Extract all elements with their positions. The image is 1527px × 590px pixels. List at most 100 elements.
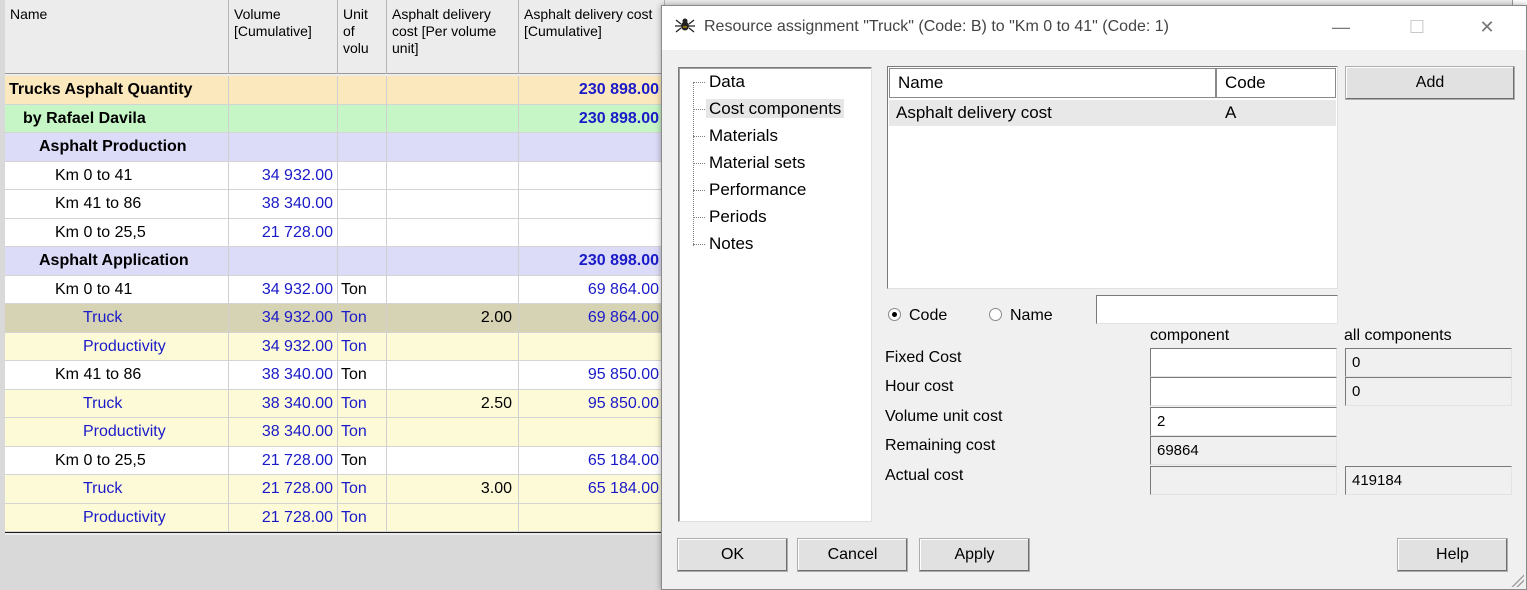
search-input[interactable] — [1096, 295, 1338, 324]
cell-unit: Ton — [338, 446, 387, 474]
ok-button[interactable]: OK — [677, 538, 788, 572]
table-row[interactable]: Productivity 21 728.00 Ton — [5, 503, 665, 532]
tree-item-cost-components[interactable]: Cost components — [693, 98, 845, 122]
cell-cumulative: 65 184.00 — [519, 475, 665, 503]
name-radio-label: Name — [1010, 307, 1053, 324]
cell-name: Asphalt Application — [5, 247, 229, 275]
component-column-header: component — [1150, 327, 1230, 344]
tree-item-material-sets[interactable]: Material sets — [693, 152, 805, 176]
cell-cumulative: 230 898.00 — [519, 247, 665, 275]
cell-volume: 38 340.00 — [229, 418, 338, 446]
cell-name: Km 0 to 25,5 — [5, 446, 229, 474]
cell-rate — [387, 161, 519, 189]
cell-unit: Ton — [338, 475, 387, 503]
cell-name: Truck — [5, 389, 229, 417]
cell-volume: 38 340.00 — [229, 389, 338, 417]
cell-cumulative — [519, 133, 665, 161]
apply-button[interactable]: Apply — [919, 538, 1030, 572]
title-bar[interactable]: Resource assignment "Truck" (Code: B) to… — [662, 6, 1526, 50]
cell-cumulative — [519, 218, 665, 246]
table-row[interactable]: Km 0 to 25,5 21 728.00 — [5, 218, 665, 247]
code-radio[interactable]: Code — [888, 306, 947, 326]
table-row[interactable]: Km 41 to 86 38 340.00 Ton 95 850.00 — [5, 361, 665, 390]
spreadsheet-body: Trucks Asphalt Quantity 230 898.00 by Ra… — [5, 76, 665, 533]
cell-unit: Ton — [338, 503, 387, 531]
help-button[interactable]: Help — [1397, 538, 1508, 572]
tree-item-notes[interactable]: Notes — [693, 233, 753, 257]
cell-name: Productivity — [5, 503, 229, 531]
cell-rate — [387, 133, 519, 161]
table-row[interactable]: Km 41 to 86 38 340.00 — [5, 190, 665, 219]
cell-volume: 34 932.00 — [229, 332, 338, 360]
table-row[interactable]: Trucks Asphalt Quantity 230 898.00 — [5, 76, 665, 105]
tree-item-periods[interactable]: Periods — [693, 206, 767, 230]
cell-name: Km 41 to 86 — [5, 190, 229, 218]
table-row[interactable]: Productivity 38 340.00 Ton — [5, 418, 665, 447]
column-header-unit[interactable]: Unit of volu — [338, 0, 387, 74]
table-row[interactable]: by Rafael Davila 230 898.00 — [5, 104, 665, 133]
fixed-cost-all: 0 — [1345, 348, 1512, 377]
table-row[interactable]: Truck 38 340.00 Ton 2.50 95 850.00 — [5, 389, 665, 418]
table-row[interactable]: Km 0 to 41 34 932.00 Ton 69 864.00 — [5, 275, 665, 304]
cell-unit — [338, 247, 387, 275]
cell-volume: 21 728.00 — [229, 475, 338, 503]
column-header-cumulative[interactable]: Asphalt delivery cost [Cumulative] — [519, 0, 665, 74]
tree-item-materials[interactable]: Materials — [693, 125, 778, 149]
cell-volume: 34 932.00 — [229, 304, 338, 332]
tree-item-label: Materials — [709, 126, 778, 145]
cell-unit: Ton — [338, 332, 387, 360]
table-row[interactable]: Km 0 to 41 34 932.00 — [5, 161, 665, 190]
close-button[interactable]: ✕ — [1464, 12, 1510, 42]
cell-volume — [229, 76, 338, 104]
cell-cumulative: 69 864.00 — [519, 304, 665, 332]
tree-item-label: Notes — [709, 234, 754, 253]
radio-dot — [989, 308, 1002, 321]
name-radio[interactable]: Name — [989, 306, 1053, 326]
cell-name: Km 0 to 41 — [5, 275, 229, 303]
column-header-name[interactable]: Name — [5, 0, 229, 74]
cell-volume: 38 340.00 — [229, 190, 338, 218]
column-header-rate[interactable]: Asphalt delivery cost [Per volume unit] — [387, 0, 519, 74]
list-header-code[interactable]: Code — [1216, 68, 1336, 98]
hour-cost-input[interactable] — [1150, 377, 1337, 406]
actual-cost-label: Actual cost — [885, 467, 964, 484]
tree-item-label: Cost components — [706, 99, 845, 118]
cell-volume — [229, 247, 338, 275]
maximize-button[interactable]: ☐ — [1394, 12, 1440, 42]
table-row-selected[interactable]: Truck 34 932.00 Ton 2.00 69 864.00 — [5, 304, 665, 333]
cell-unit — [338, 161, 387, 189]
remaining-cost-value: 69864 — [1150, 436, 1337, 465]
list-item-code: A — [1225, 103, 1237, 122]
fixed-cost-input[interactable] — [1150, 348, 1337, 377]
cell-rate — [387, 332, 519, 360]
cell-rate — [387, 76, 519, 104]
list-header-name[interactable]: Name — [889, 68, 1216, 98]
cell-rate — [387, 275, 519, 303]
tree-item-data[interactable]: Data — [693, 71, 745, 95]
cell-rate — [387, 218, 519, 246]
cell-rate — [387, 446, 519, 474]
table-row[interactable]: Truck 21 728.00 Ton 3.00 65 184.00 — [5, 475, 665, 504]
add-button[interactable]: Add — [1345, 66, 1515, 100]
cell-cumulative — [519, 190, 665, 218]
volume-unit-cost-input[interactable]: 2 — [1150, 407, 1337, 436]
cell-rate — [387, 247, 519, 275]
actual-cost-all: 419184 — [1345, 466, 1512, 495]
tree-item-performance[interactable]: Performance — [693, 179, 806, 203]
table-row[interactable]: Asphalt Application 230 898.00 — [5, 247, 665, 276]
cell-unit: Ton — [338, 361, 387, 389]
resize-grip[interactable] — [1510, 573, 1524, 587]
table-row[interactable]: Productivity 34 932.00 Ton — [5, 332, 665, 361]
cell-rate: 2.00 — [387, 304, 519, 332]
cancel-button[interactable]: Cancel — [797, 538, 908, 572]
cell-cumulative: 230 898.00 — [519, 104, 665, 132]
cell-cumulative — [519, 161, 665, 189]
minimize-button[interactable]: — — [1318, 12, 1364, 42]
list-item[interactable]: Asphalt delivery cost A — [889, 100, 1336, 126]
column-header-volume[interactable]: Volume [Cumulative] — [229, 0, 338, 74]
table-row[interactable]: Km 0 to 25,5 21 728.00 Ton 65 184.00 — [5, 446, 665, 475]
cost-components-list[interactable]: Name Code Asphalt delivery cost A — [887, 66, 1338, 289]
table-row[interactable]: Asphalt Production — [5, 133, 665, 162]
dialog-title: Resource assignment "Truck" (Code: B) to… — [704, 18, 1169, 35]
tree-item-label: Material sets — [709, 153, 806, 172]
